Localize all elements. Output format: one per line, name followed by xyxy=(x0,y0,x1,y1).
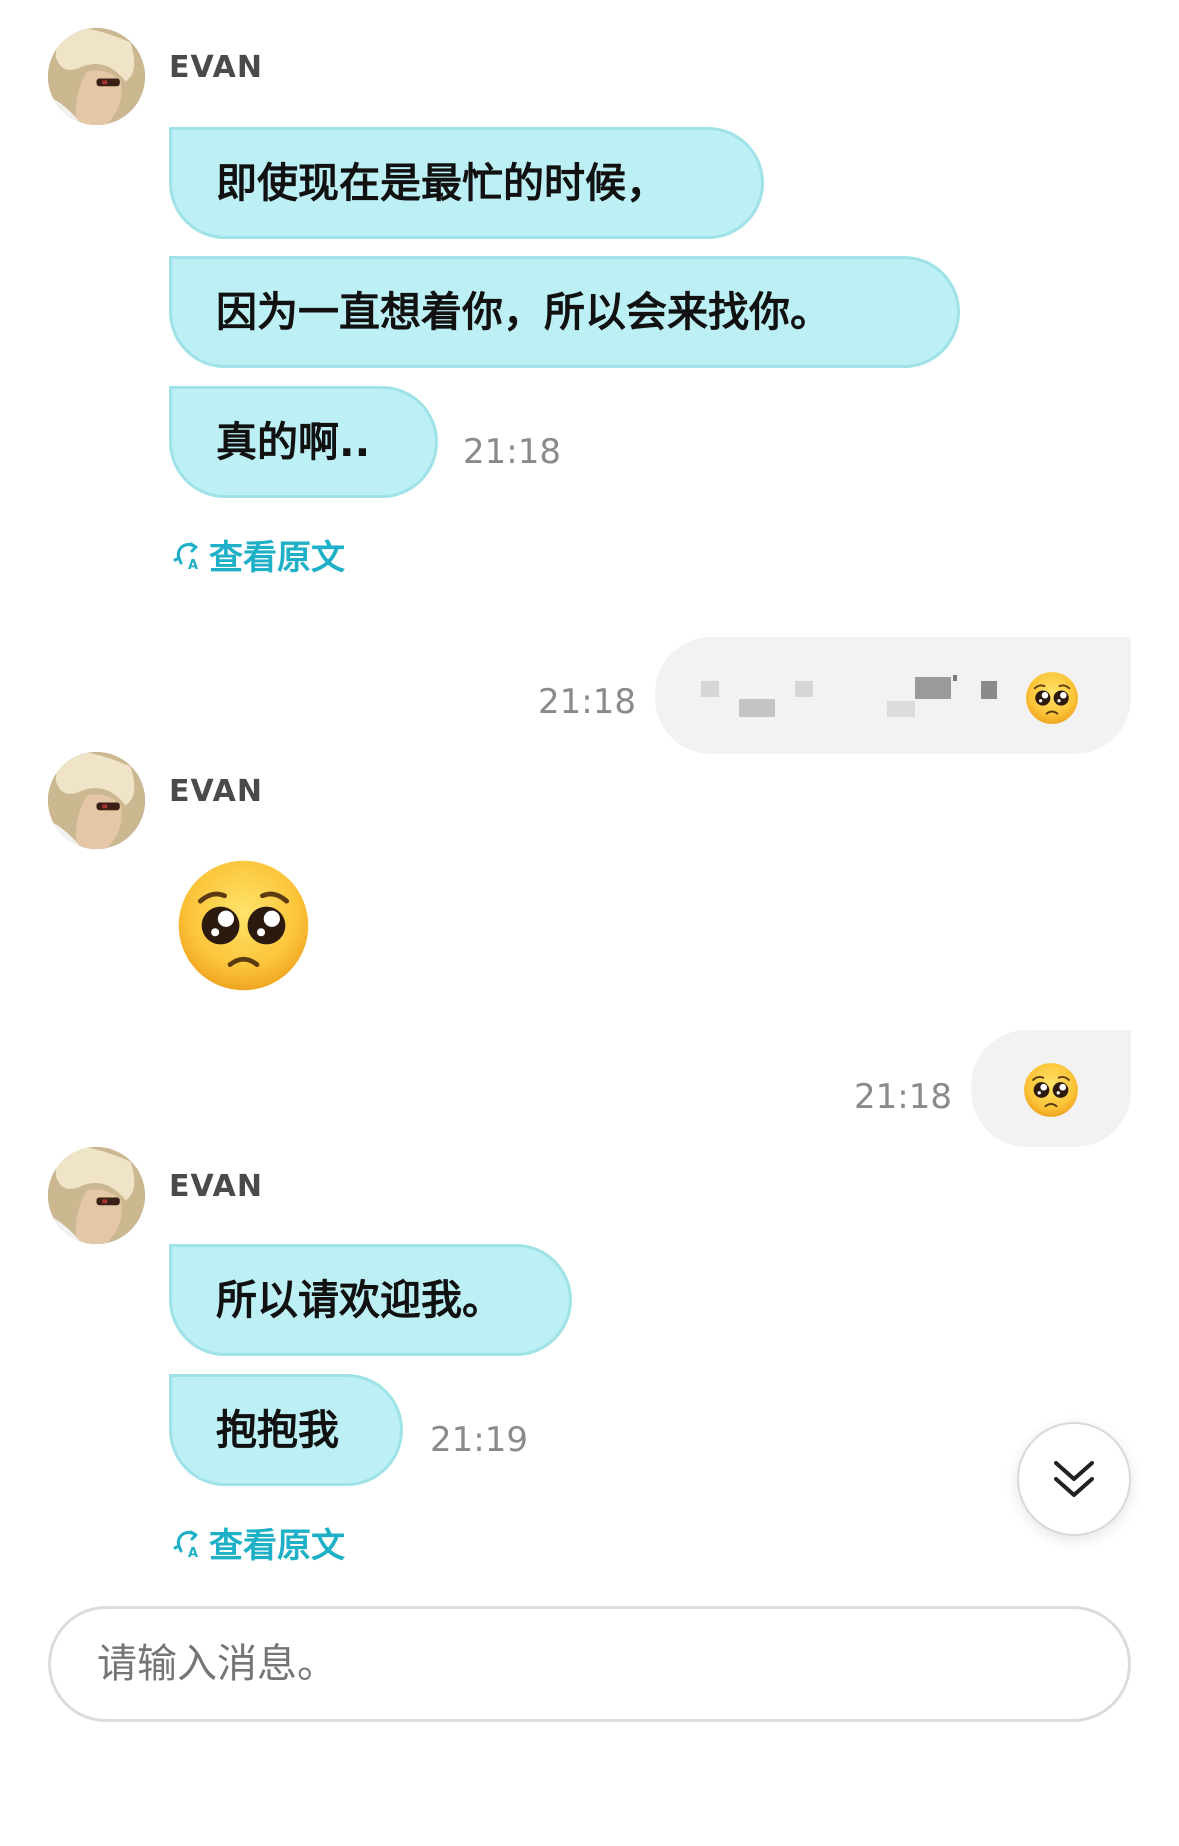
redacted-text xyxy=(915,677,951,699)
redacted-text xyxy=(981,681,997,699)
message-input[interactable] xyxy=(48,1606,1131,1722)
outgoing-message-bubble[interactable] xyxy=(971,1030,1131,1147)
svg-text:A: A xyxy=(188,558,198,572)
view-original-link[interactable]: A 查看原文 xyxy=(171,530,345,579)
sender-name: EVAN xyxy=(169,1169,263,1204)
pleading-face-emoji[interactable] xyxy=(176,858,311,993)
avatar[interactable] xyxy=(48,28,145,125)
view-original-link[interactable]: A 查看原文 xyxy=(171,1518,345,1567)
outgoing-message-bubble[interactable] xyxy=(655,637,1131,754)
redacted-text xyxy=(739,699,775,717)
view-original-label: 查看原文 xyxy=(209,1526,345,1566)
view-original-label: 查看原文 xyxy=(209,538,345,578)
avatar[interactable] xyxy=(48,1147,145,1244)
scroll-to-bottom-button[interactable] xyxy=(1017,1422,1131,1536)
redacted-text xyxy=(953,675,957,681)
redacted-text xyxy=(795,681,813,697)
double-chevron-down-icon xyxy=(1054,1461,1094,1497)
refresh-translate-icon: A xyxy=(171,538,205,572)
redacted-text xyxy=(887,701,915,717)
message-timestamp: 21:18 xyxy=(854,1077,952,1117)
message-timestamp: 21:19 xyxy=(430,1420,528,1460)
incoming-message-bubble[interactable]: 即使现在是最忙的时候， xyxy=(169,127,764,239)
message-timestamp: 21:18 xyxy=(463,432,561,472)
refresh-translate-icon: A xyxy=(171,1526,205,1560)
incoming-message-bubble[interactable]: 抱抱我 xyxy=(169,1374,403,1486)
pleading-face-emoji xyxy=(1023,1062,1079,1118)
avatar[interactable] xyxy=(48,752,145,849)
message-timestamp: 21:18 xyxy=(538,682,636,722)
pleading-face-emoji xyxy=(1025,671,1079,725)
incoming-message-bubble[interactable]: 真的啊.. xyxy=(169,386,438,498)
redacted-text xyxy=(701,681,719,697)
sender-name: EVAN xyxy=(169,774,263,809)
svg-text:A: A xyxy=(188,1546,198,1560)
incoming-message-bubble[interactable]: 所以请欢迎我。 xyxy=(169,1244,572,1356)
incoming-message-bubble[interactable]: 因为一直想着你，所以会来找你。 xyxy=(169,256,960,368)
sender-name: EVAN xyxy=(169,50,263,85)
